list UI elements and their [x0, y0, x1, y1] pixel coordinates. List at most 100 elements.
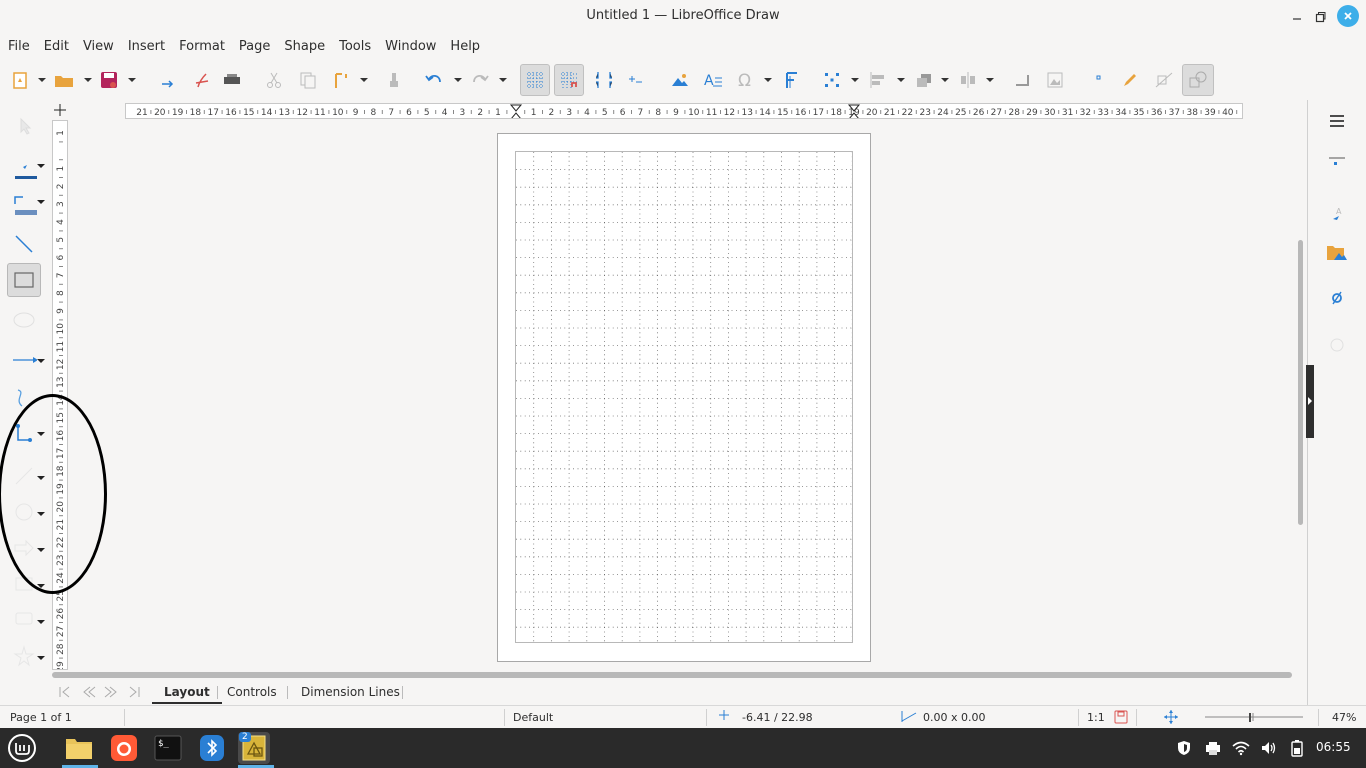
ruler-origin[interactable]	[52, 102, 68, 118]
tab-dimension-lines[interactable]: Dimension Lines	[289, 683, 412, 704]
zoom-fit-button[interactable]	[1163, 709, 1179, 728]
previous-page-button[interactable]	[79, 684, 97, 700]
transformations-dropdown-arrow[interactable]	[851, 78, 859, 82]
maximize-button[interactable]	[1309, 6, 1331, 28]
stars-dropdown-arrow[interactable]	[37, 656, 45, 660]
menu-window[interactable]: Window	[378, 36, 443, 58]
horizontal-scroll-thumb[interactable]	[52, 672, 1292, 678]
new-button[interactable]	[6, 64, 34, 96]
rectangle-tool[interactable]	[7, 263, 41, 297]
sidebar-styles-button[interactable]: A	[1324, 202, 1350, 228]
arrange-button[interactable]	[910, 64, 938, 96]
open-button[interactable]	[50, 64, 78, 96]
ellipse-tool[interactable]	[6, 304, 42, 336]
lines-arrows-dropdown-arrow[interactable]	[37, 359, 45, 363]
horizontal-ruler[interactable]: 21 20 19 18 17 16 15 14 13 12 11 10 9 8 7 6 5 4 3 2 1 1 2 3 4 5 6 7…	[125, 103, 1243, 119]
open-dropdown-arrow[interactable]	[84, 78, 92, 82]
first-page-button[interactable]	[56, 684, 74, 700]
fill-color-dropdown-arrow[interactable]	[37, 200, 45, 204]
menu-format[interactable]: Format	[172, 36, 232, 58]
document-modified-icon[interactable]	[1113, 709, 1129, 728]
save-button[interactable]	[95, 64, 123, 96]
align-dropdown-arrow[interactable]	[897, 78, 905, 82]
minimize-button[interactable]	[1286, 6, 1308, 28]
undo-dropdown-arrow[interactable]	[454, 78, 462, 82]
clock[interactable]: 06:55	[1316, 740, 1351, 754]
sidebar-navigator-button[interactable]	[1324, 285, 1350, 311]
drawing-page[interactable]	[497, 133, 871, 662]
wifi-tray-icon[interactable]	[1232, 739, 1250, 757]
close-window-button[interactable]	[1337, 5, 1359, 27]
menu-view[interactable]: View	[76, 36, 121, 58]
menu-tools[interactable]: Tools	[332, 36, 378, 58]
paste-dropdown-arrow[interactable]	[360, 78, 368, 82]
libreoffice-draw-taskbar-button[interactable]: 2	[238, 732, 270, 764]
menu-help[interactable]: Help	[443, 36, 487, 58]
special-character-dropdown-arrow[interactable]	[764, 78, 772, 82]
cut-button[interactable]	[260, 64, 288, 96]
menu-file[interactable]: File	[1, 36, 37, 58]
insert-text-box-button[interactable]: A	[699, 64, 727, 96]
new-dropdown-arrow[interactable]	[38, 78, 46, 82]
distribute-dropdown-arrow[interactable]	[986, 78, 994, 82]
align-objects-button[interactable]	[864, 64, 892, 96]
sidebar-collapse-handle[interactable]	[1306, 365, 1314, 438]
line-tool[interactable]	[6, 228, 42, 260]
shapes-button[interactable]	[1182, 64, 1214, 96]
battery-tray-icon[interactable]	[1288, 739, 1306, 757]
next-page-button[interactable]	[102, 684, 120, 700]
horizontal-scrollbar[interactable]	[52, 672, 1294, 678]
master-page-name[interactable]: Default	[513, 711, 553, 724]
undo-button[interactable]	[420, 64, 448, 96]
redo-dropdown-arrow[interactable]	[499, 78, 507, 82]
insert-special-character-button[interactable]: Ω	[732, 64, 760, 96]
sidebar-properties-button[interactable]	[1324, 150, 1350, 176]
export-pdf-button[interactable]	[188, 64, 216, 96]
insert-image-button[interactable]	[666, 64, 694, 96]
distribute-button[interactable]	[954, 64, 982, 96]
tab-layout[interactable]: Layout	[152, 683, 222, 704]
transformations-button[interactable]	[818, 64, 846, 96]
glue-points-button[interactable]	[1080, 64, 1108, 96]
files-taskbar-button[interactable]	[63, 732, 95, 764]
save-dropdown-arrow[interactable]	[128, 78, 136, 82]
scale-indicator[interactable]: 1:1	[1087, 711, 1105, 724]
bluetooth-taskbar-button[interactable]	[196, 732, 228, 764]
clone-formatting-button[interactable]	[380, 64, 408, 96]
paste-button[interactable]	[328, 64, 356, 96]
fill-color-tool[interactable]	[6, 188, 42, 220]
zoom-slider[interactable]	[1205, 711, 1305, 726]
sidebar-menu-button[interactable]	[1324, 108, 1350, 134]
line-color-tool[interactable]	[6, 154, 42, 186]
line-color-dropdown-arrow[interactable]	[37, 164, 45, 168]
sidebar-shapes-button[interactable]	[1324, 332, 1350, 358]
security-tray-icon[interactable]	[1175, 739, 1193, 757]
export-button[interactable]	[154, 64, 182, 96]
fontwork-button[interactable]	[778, 64, 806, 96]
vertical-scroll-thumb[interactable]	[1298, 240, 1303, 525]
redo-button[interactable]	[466, 64, 494, 96]
page-indicator[interactable]: Page 1 of 1	[10, 711, 72, 724]
crop-image-button[interactable]	[1041, 64, 1069, 96]
copy-button[interactable]	[294, 64, 322, 96]
helplines-while-moving-button[interactable]	[590, 64, 618, 96]
menu-shape[interactable]: Shape	[277, 36, 332, 58]
menu-insert[interactable]: Insert	[121, 36, 172, 58]
last-page-button[interactable]	[125, 684, 143, 700]
volume-tray-icon[interactable]	[1260, 739, 1278, 757]
sidebar-gallery-button[interactable]	[1324, 240, 1350, 266]
arrange-dropdown-arrow[interactable]	[941, 78, 949, 82]
print-button[interactable]	[218, 64, 246, 96]
shadow-button[interactable]	[1008, 64, 1036, 96]
points-button[interactable]	[622, 64, 650, 96]
tab-controls[interactable]: Controls	[215, 683, 289, 704]
display-grid-button[interactable]	[520, 64, 550, 96]
page-margin-marker[interactable]	[509, 104, 523, 119]
menu-page[interactable]: Page	[232, 36, 277, 58]
select-tool[interactable]	[6, 110, 42, 142]
snap-to-grid-button[interactable]	[554, 64, 584, 96]
vertical-scrollbar[interactable]	[1296, 100, 1306, 672]
menu-edit[interactable]: Edit	[37, 36, 76, 58]
callouts-dropdown-arrow[interactable]	[37, 620, 45, 624]
printer-tray-icon[interactable]	[1204, 739, 1222, 757]
